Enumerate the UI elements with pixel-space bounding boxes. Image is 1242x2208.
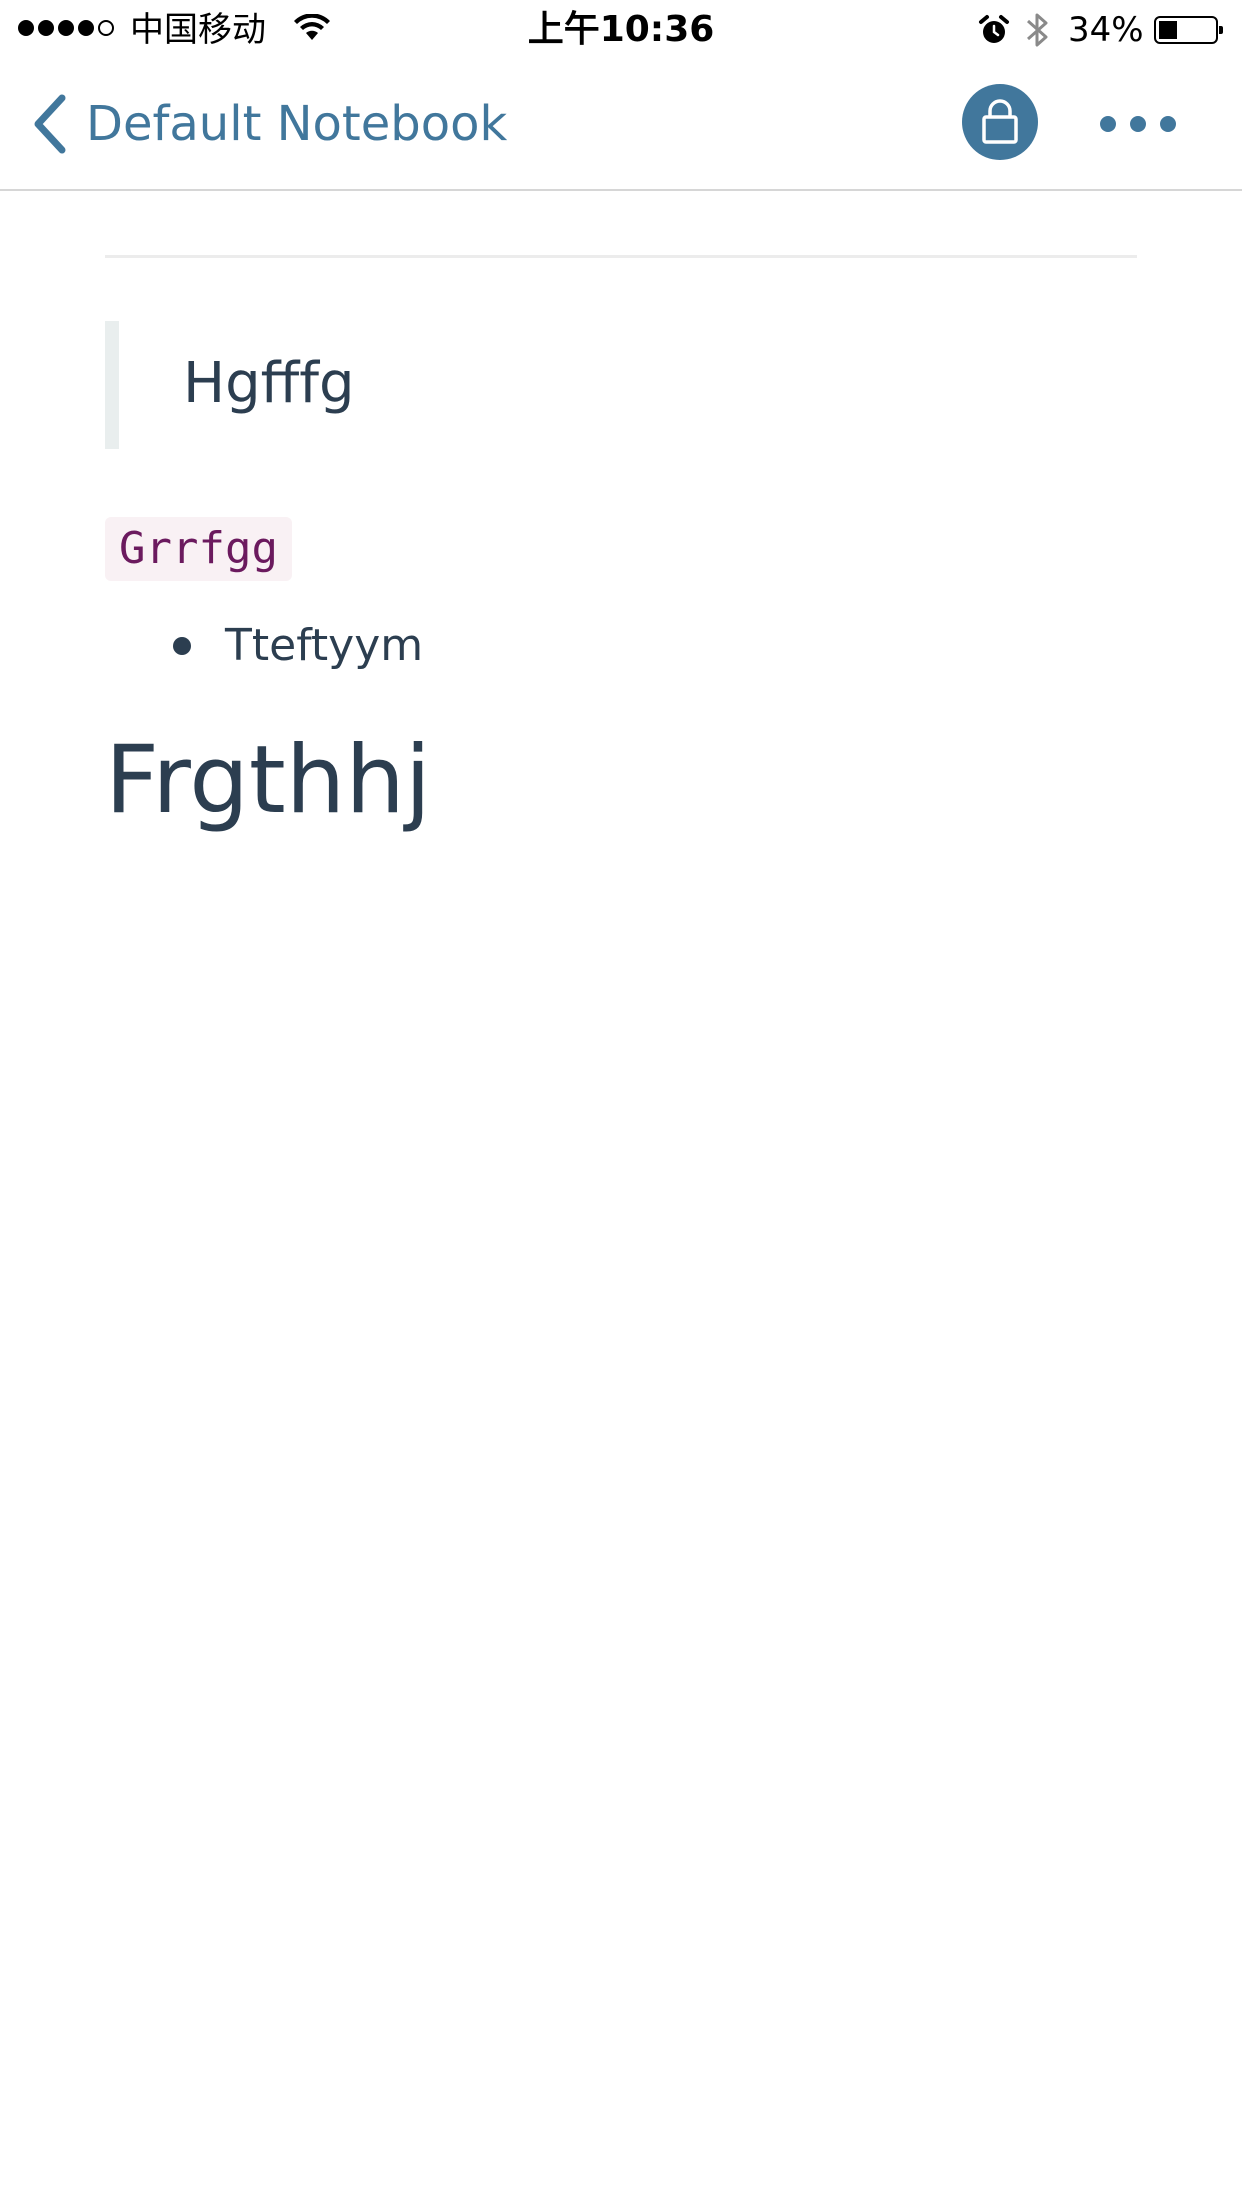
bullet-list: Tteftyym	[105, 611, 1137, 681]
chevron-left-icon	[34, 94, 66, 154]
navigation-bar: Default Notebook	[0, 60, 1242, 191]
status-bar: 中国移动 上午10:36 34%	[0, 0, 1242, 60]
inline-code: Grrfgg	[105, 517, 292, 581]
battery-fill	[1159, 21, 1177, 39]
bullet-icon	[173, 637, 191, 655]
list-item-text: Tteftyym	[225, 620, 424, 671]
lock-icon	[982, 99, 1018, 144]
note-heading: Frgthhj	[105, 726, 432, 835]
battery-percentage: 34%	[1068, 10, 1144, 50]
lock-button[interactable]	[962, 84, 1038, 160]
horizontal-rule	[105, 255, 1137, 258]
list-item: Tteftyym	[105, 611, 1137, 681]
more-icon	[1100, 116, 1116, 132]
status-time: 上午10:36	[527, 9, 715, 50]
battery-icon	[1154, 16, 1223, 44]
back-button-label: Default Notebook	[86, 96, 508, 152]
more-options-button[interactable]	[1100, 106, 1176, 142]
back-button[interactable]: Default Notebook	[30, 88, 507, 160]
blockquote: Hgfffg	[105, 321, 1137, 449]
blockquote-text: Hgfffg	[183, 351, 355, 416]
alarm-icon	[979, 15, 1009, 43]
bluetooth-icon	[1027, 13, 1048, 47]
